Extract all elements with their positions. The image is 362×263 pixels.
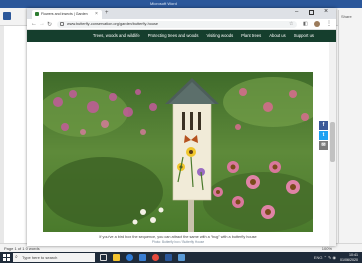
nav-item-visiting-woods[interactable]: Visiting woods (206, 33, 233, 38)
nav-item-trees-woods-wildlife[interactable]: Trees, woods and wildlife (93, 33, 140, 38)
new-tab-button[interactable]: + (105, 10, 109, 17)
close-tab-icon[interactable]: × (95, 11, 98, 17)
word-taskbar-icon[interactable] (165, 254, 172, 261)
nav-item-support-us[interactable]: Support us (294, 33, 314, 38)
photos-icon[interactable] (178, 254, 185, 261)
word-ruler (0, 26, 4, 243)
browser-menu-icon[interactable]: ⋮ (326, 20, 332, 27)
butterfly-house-photo (43, 72, 313, 232)
system-tray-icons[interactable]: ENG ⌃ ✎ ◉ (314, 255, 336, 260)
twitter-share-button[interactable]: t (319, 131, 328, 140)
store-icon[interactable] (139, 254, 146, 261)
windows-taskbar: ⌕ Type here to search ENG ⌃ ✎ ◉ 10:41 01… (0, 252, 362, 263)
tab-bar: Flowers and insects | Garden × + – × (27, 8, 336, 19)
word-title: Microsoft Word (150, 1, 177, 6)
windows-start-icon[interactable] (3, 254, 10, 261)
word-status-left: Page 1 of 1 0 words (4, 246, 40, 251)
taskbar-search-input[interactable]: ⌕ Type here to search (13, 253, 95, 262)
extensions-icon[interactable]: ◧ (303, 21, 308, 27)
word-logo-icon (3, 12, 11, 20)
reload-icon[interactable]: ↻ (47, 21, 52, 28)
lock-icon (60, 22, 64, 26)
url-text: www.butterfly-conservation.org/garden/bu… (67, 22, 158, 26)
bookmark-star-icon[interactable]: ☆ (289, 21, 293, 27)
photo-caption: If you’ve a bird box the sequence, you c… (99, 235, 257, 239)
browser-window: Flowers and insects | Garden × + – × ← →… (27, 8, 336, 246)
forward-arrow-icon[interactable]: → (39, 21, 45, 27)
minimize-icon[interactable]: – (295, 9, 298, 15)
nav-item-protecting-trees[interactable]: Protecting trees and woods (148, 33, 199, 38)
browser-tab[interactable]: Flowers and insects | Garden × (32, 10, 102, 19)
search-icon: ⌕ (15, 254, 18, 260)
email-share-button[interactable]: ✉ (319, 141, 328, 150)
facebook-share-button[interactable]: f (319, 121, 328, 130)
nav-item-about-us[interactable]: About us (269, 33, 286, 38)
file-explorer-icon[interactable] (113, 254, 120, 261)
page-content: f t ✉ If you’ve a bird box the sequence,… (27, 42, 329, 246)
nav-item-plant-trees[interactable]: Plant trees (241, 33, 261, 38)
word-share-label: Share (341, 14, 352, 19)
maximize-icon[interactable] (309, 10, 314, 15)
site-navigation: Trees, woods and wildlife Protecting tre… (27, 30, 336, 42)
word-share-pane[interactable]: Share (338, 10, 362, 250)
task-view-icon[interactable] (100, 254, 107, 261)
chrome-icon[interactable] (152, 254, 159, 261)
social-share-bar: f t ✉ (319, 121, 328, 151)
photo-credit: Photo: Butterfly box / Butterfly House (151, 240, 205, 244)
clock[interactable]: 10:41 01/06/2020 (340, 253, 358, 262)
scrollbar-thumb[interactable] (330, 122, 335, 162)
url-input[interactable]: www.butterfly-conservation.org/garden/bu… (57, 21, 297, 28)
word-zoom-level[interactable]: 100% (322, 246, 332, 251)
window-close-icon[interactable]: × (324, 8, 328, 15)
page-scrollbar[interactable] (329, 42, 336, 246)
profile-avatar[interactable] (314, 21, 320, 27)
address-bar: ← → ↻ www.butterfly-conservation.org/gar… (27, 19, 336, 30)
favicon-icon (35, 12, 39, 16)
tab-title: Flowers and insects | Garden (41, 12, 88, 16)
edge-icon[interactable] (126, 254, 133, 261)
word-titlebar: Microsoft Word (0, 0, 362, 8)
back-arrow-icon[interactable]: ← (31, 21, 37, 27)
clock-date: 01/06/2020 (340, 257, 358, 262)
search-placeholder: Type here to search (22, 255, 58, 260)
